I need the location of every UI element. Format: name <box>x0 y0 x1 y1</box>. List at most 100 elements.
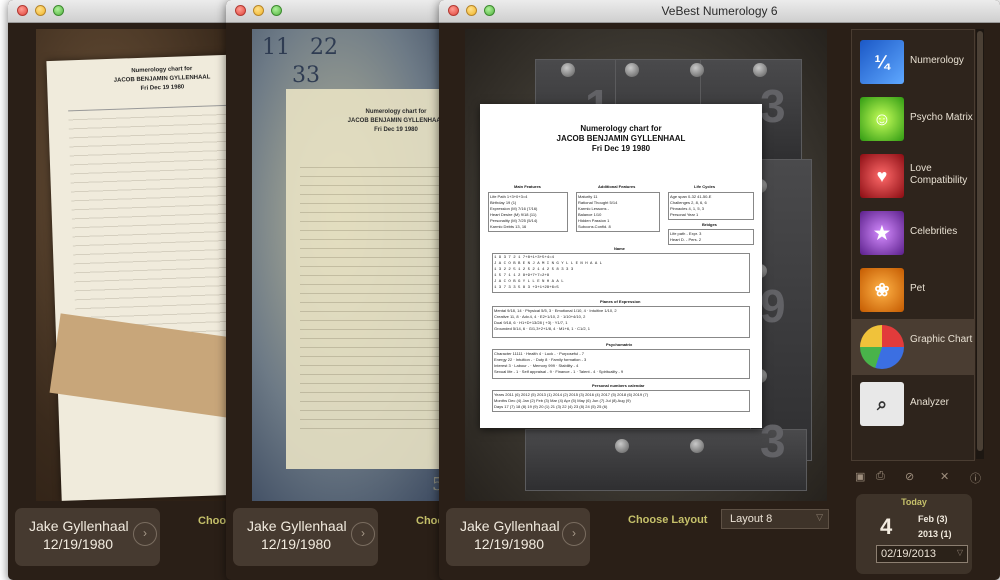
sidebar-scrollbar[interactable] <box>976 29 984 459</box>
back-number: 11 <box>262 35 290 60</box>
module-sidebar: ¼ Numerology ☺ Psycho Matrix ♥ Love Comp… <box>851 29 975 461</box>
life-cycles-table: Age span 0-32 41-50-E Challenges 2, 8, 6… <box>668 192 754 220</box>
sidebar-item-graphic-chart[interactable]: Graphic Chart <box>852 319 974 375</box>
person-next-button[interactable]: › <box>562 522 586 546</box>
person-next-button[interactable]: › <box>351 522 375 546</box>
sidebar-item-pet[interactable]: ❀ Pet <box>852 262 974 318</box>
person-next-button[interactable]: › <box>133 522 157 546</box>
tile-number: 3 <box>760 415 786 467</box>
print-icon[interactable]: ⎙ <box>876 470 885 483</box>
chart-birthdate: Fri Dec 19 1980 <box>591 144 651 153</box>
person-card[interactable]: Jake Gyllenhaal 12/19/1980 › <box>446 508 590 566</box>
chart-person-name: JACOB BENJAMIN GYLLENHAAL <box>556 134 686 143</box>
pie-chart-icon <box>860 325 904 369</box>
sidebar-item-psycho-matrix[interactable]: ☺ Psycho Matrix <box>852 91 974 147</box>
section-title: Life Cycles <box>694 184 716 189</box>
choose-layout-label: Choose Layout <box>628 514 708 526</box>
additional-features-table: Maturity 11 Rational Thought 5/14 Karmic… <box>576 192 660 232</box>
today-label: Today <box>901 497 927 507</box>
person-name: Jake Gyllenhaal <box>29 518 129 534</box>
date-picker[interactable]: 02/19/2013 ▽ <box>876 545 968 563</box>
rivet <box>690 63 704 77</box>
chart-title: Numerology chart for <box>580 124 662 133</box>
numerology-icon: ¼ <box>860 40 904 84</box>
table-row: Personal Year 1 <box>670 212 699 217</box>
person-birthdate: 12/19/1980 <box>261 536 332 552</box>
tile-number: 3 <box>760 80 786 132</box>
zoom-window-button[interactable] <box>53 5 64 16</box>
window-title: VeBest Numerology 6 <box>661 4 778 18</box>
today-year-number: 2013 (1) <box>918 529 952 539</box>
section-title: Psychomatrix <box>606 342 633 347</box>
window-back-left: Numerology chart for JACOB BENJAMIN GYLL… <box>8 0 260 580</box>
info-icon[interactable]: ⓘ <box>970 470 981 486</box>
tile-number: 9 <box>760 280 786 332</box>
heart-icon: ♥ <box>860 154 904 198</box>
minimize-window-button[interactable] <box>35 5 46 16</box>
person-name: Jake Gyllenhaal <box>460 518 560 534</box>
sidebar-item-label: Graphic Chart <box>910 334 973 345</box>
section-title: Main Features <box>514 184 541 189</box>
planes-table: Mental 9/18, 14 · Physical 5/5, 3 · Emot… <box>492 306 750 338</box>
head-silhouette-icon: ☺ <box>860 97 904 141</box>
sidebar-item-label: Numerology <box>910 55 964 66</box>
person-birthdate: 12/19/1980 <box>474 536 545 552</box>
window-titlebar <box>226 0 466 23</box>
sidebar-item-love-compatibility[interactable]: ♥ Love Compatibility <box>852 148 974 204</box>
today-widget: Today 4 Feb (3) 2013 (1) 02/19/2013 ▽ <box>856 494 972 574</box>
close-window-button[interactable] <box>17 5 28 16</box>
table-row: Subcons.Confid. 8 <box>578 224 611 229</box>
sidebar-item-celebrities[interactable]: ★ Celebrities <box>852 205 974 261</box>
tools-icon[interactable]: ✕ <box>940 470 949 483</box>
section-title: Additional Features <box>598 184 636 189</box>
back-number: 33 <box>292 63 320 88</box>
numerology-chart: Numerology chart for JACOB BENJAMIN GYLL… <box>480 104 762 428</box>
rivet <box>615 439 629 453</box>
sidebar-item-label: Psycho Matrix <box>910 112 973 123</box>
back-number: 22 <box>310 35 338 60</box>
chevron-down-icon: ▽ <box>816 512 823 522</box>
close-window-button[interactable] <box>235 5 246 16</box>
rivet <box>625 63 639 77</box>
person-card[interactable]: Jake Gyllenhaal 12/19/1980 › <box>233 508 378 566</box>
section-title: Personal numbers calendar <box>592 383 645 388</box>
scrollbar-thumb[interactable] <box>977 31 983 451</box>
psychomatrix-table: Character 11111 · Health 4 · Luck - · Pu… <box>492 349 750 379</box>
sidebar-item-label: Love Compatibility <box>910 163 968 186</box>
table-row: Sexual life - 1 · Self appraisal - 9 · F… <box>494 369 624 374</box>
sidebar-item-analyzer[interactable]: ⌕ Analyzer <box>852 376 974 432</box>
rivet <box>753 63 767 77</box>
table-row: Days 17 (7) 18 (8) 19 (9) 20 (1) 21 (3) … <box>494 404 608 409</box>
stars-icon: ★ <box>860 211 904 255</box>
window-back-middle: 11 22 33 Numerology chart for JACOB BENJ… <box>226 0 466 580</box>
date-value: 02/19/2013 <box>881 548 937 560</box>
chevron-down-icon: ▽ <box>956 548 963 557</box>
person-birthdate: 12/19/1980 <box>43 536 114 552</box>
minimize-window-button[interactable] <box>253 5 264 16</box>
sidebar-item-label: Celebrities <box>910 226 958 237</box>
person-card[interactable]: Jake Gyllenhaal 12/19/1980 › <box>15 508 160 566</box>
table-row: Grounded 5/14, 6 · G/1,3+2+1/8, 4 · M1+6… <box>494 326 590 331</box>
today-month-number: Feb (3) <box>918 514 948 524</box>
layout-select[interactable]: Layout 8 ▽ <box>721 509 829 529</box>
today-number: 4 <box>880 514 893 539</box>
magnifier-icon: ⌕ <box>860 382 904 426</box>
name-breakdown-table: 1 9 3 7 2 1 7+8+1+3+5+4=4 J A C O B B E … <box>492 253 750 293</box>
rivet <box>561 63 575 77</box>
layout-preview-parchment: 11 22 33 Numerology chart for JACOB BENJ… <box>252 29 466 501</box>
section-title: Planes of Expression <box>600 299 641 304</box>
table-row: Heart D. - Pers. 2 <box>670 237 702 242</box>
person-name: Jake Gyllenhaal <box>247 518 347 534</box>
section-title: Name <box>614 246 625 251</box>
sidebar-item-label: Analyzer <box>910 397 949 408</box>
window-titlebar: VeBest Numerology 6 <box>439 0 1000 23</box>
rivet <box>690 439 704 453</box>
layout-select-value: Layout 8 <box>730 513 773 525</box>
sidebar-item-numerology[interactable]: ¼ Numerology <box>852 34 974 90</box>
cancel-icon[interactable]: ⊘ <box>905 470 914 483</box>
calendar-table: Years 2011 (6) 2012 (5) 2013 (1) 2014 (2… <box>492 390 750 412</box>
save-icon[interactable]: ▣ <box>855 470 865 483</box>
zoom-window-button[interactable] <box>271 5 282 16</box>
main-features-table: Life Path 1+3+0+3=4 Birthday 19 (1) Expr… <box>488 192 568 232</box>
bridges-table: Life path - Expr. 3 Heart D. - Pers. 2 <box>668 229 754 245</box>
